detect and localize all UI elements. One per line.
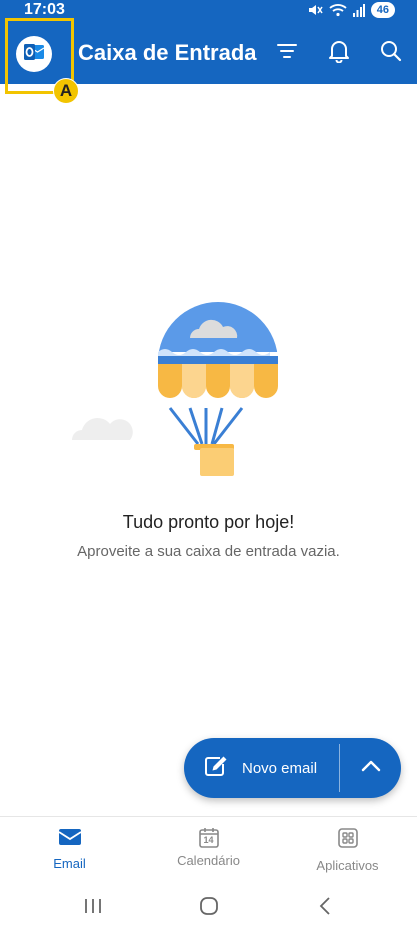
home-icon <box>199 896 219 921</box>
apps-icon <box>337 827 359 854</box>
new-email-fab: Novo email <box>184 738 401 798</box>
nav-item-email[interactable]: Email <box>0 817 139 885</box>
nav-label-calendar: Calendário <box>177 853 240 868</box>
home-button[interactable] <box>196 896 222 920</box>
chevron-up-icon <box>360 759 382 778</box>
annotation-marker: A <box>53 78 79 104</box>
nav-label-apps: Aplicativos <box>316 858 379 873</box>
status-time: 17:03 <box>24 1 65 18</box>
calendar-icon: 14 <box>198 827 220 849</box>
recents-icon <box>83 897 103 920</box>
search-button[interactable] <box>378 40 404 66</box>
wifi-icon <box>329 3 347 17</box>
notifications-button[interactable] <box>326 40 352 66</box>
empty-state-subtitle: Aproveite a sua caixa de entrada vazia. <box>77 543 340 560</box>
email-icon <box>58 827 82 852</box>
recents-button[interactable] <box>80 896 106 920</box>
nav-item-calendar[interactable]: 14 Calendário <box>139 817 278 885</box>
nav-item-apps[interactable]: Aplicativos <box>278 817 417 885</box>
search-icon <box>380 40 402 67</box>
empty-inbox-illustration <box>66 296 286 482</box>
mute-icon <box>307 3 323 17</box>
bottom-nav: Email 14 Calendário Aplicativos <box>0 816 417 884</box>
filter-icon <box>276 42 298 65</box>
page-title: Caixa de Entrada <box>78 40 257 65</box>
calendar-day: 14 <box>203 835 214 845</box>
back-button[interactable] <box>312 896 338 920</box>
status-icons: 46 <box>307 2 395 18</box>
bell-icon <box>328 39 350 68</box>
empty-state-title: Tudo pronto por hoje! <box>122 512 295 532</box>
new-email-label: Novo email <box>242 759 318 777</box>
new-email-button[interactable]: Novo email <box>184 738 339 798</box>
filter-button[interactable] <box>274 40 300 66</box>
back-icon <box>317 896 333 921</box>
system-nav-bar <box>0 884 417 933</box>
compose-icon <box>204 755 228 782</box>
nav-label-email: Email <box>53 856 86 871</box>
signal-icon <box>352 3 365 17</box>
battery-icon: 46 <box>370 2 395 18</box>
app-header: 17:03 46 A Caixa de Entrada <box>0 0 417 104</box>
expand-button[interactable] <box>340 738 401 798</box>
